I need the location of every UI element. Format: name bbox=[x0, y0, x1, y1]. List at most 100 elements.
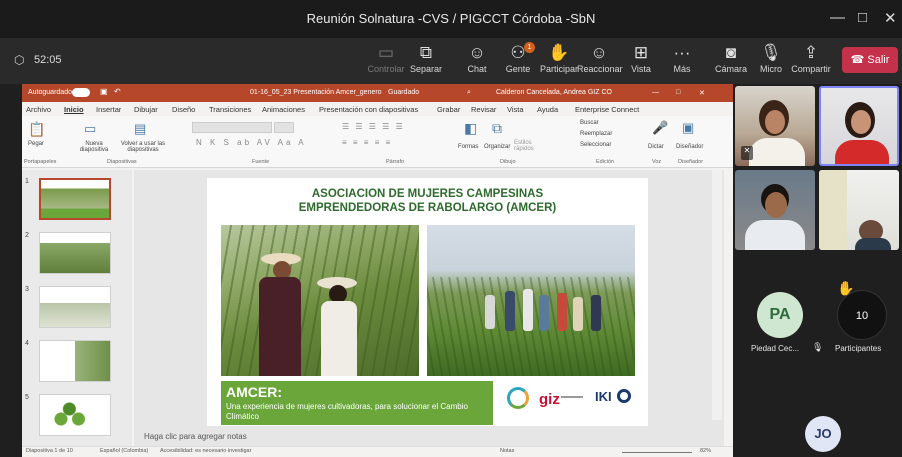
slide-number: 3 bbox=[25, 286, 29, 293]
view-button[interactable]: ⊞ Vista bbox=[619, 42, 663, 74]
autosave-label: Autoguardado bbox=[28, 89, 72, 96]
ppt-restore-button[interactable]: □ bbox=[676, 89, 680, 96]
save-icon[interactable]: ▣ bbox=[100, 87, 108, 96]
maximize-button[interactable]: □ bbox=[858, 9, 867, 26]
paragraph-buttons[interactable]: ☰ ☰ ☰ ☰ ☰ bbox=[342, 122, 405, 131]
saved-status: Guardado bbox=[388, 89, 420, 96]
reuse-slides-icon[interactable]: ▤ bbox=[134, 121, 146, 137]
ppt-close-button[interactable]: ✕ bbox=[699, 89, 705, 97]
partner-logos: giz IKI bbox=[497, 381, 637, 425]
tab-diseno[interactable]: Diseño bbox=[172, 105, 195, 114]
more-icon: ··· bbox=[673, 43, 691, 62]
leave-button[interactable]: ☎ Salir bbox=[842, 47, 898, 73]
group-diapositivas: Diapositivas bbox=[107, 159, 137, 165]
video-tile[interactable] bbox=[735, 170, 815, 250]
mic-off-icon: 🎙 bbox=[760, 43, 782, 62]
paste-button[interactable]: Pegar bbox=[28, 141, 44, 147]
paste-icon[interactable]: 📋 bbox=[28, 121, 45, 138]
slide-number: 4 bbox=[25, 340, 29, 347]
shapes-button[interactable]: Formas bbox=[458, 144, 478, 150]
shapes-icon[interactable]: ◧ bbox=[464, 120, 477, 137]
tab-revisar[interactable]: Revisar bbox=[471, 105, 496, 114]
slide-title-line1: ASOCIACION DE MUJERES CAMPESINAS bbox=[311, 188, 544, 200]
designer-icon[interactable]: ▣ bbox=[682, 120, 694, 136]
video-tile[interactable] bbox=[819, 170, 899, 250]
share-button[interactable]: ⇪ Compartir bbox=[789, 42, 833, 74]
zoom-slider[interactable] bbox=[622, 452, 692, 453]
popout-button[interactable]: ⧉ Separar bbox=[404, 42, 448, 74]
slide-thumbnail[interactable] bbox=[39, 340, 111, 382]
find-button[interactable]: Buscar bbox=[580, 120, 599, 126]
more-button[interactable]: ··· Más bbox=[660, 42, 704, 74]
tab-inicio[interactable]: Inicio bbox=[64, 105, 84, 114]
ppt-status-bar: Diapositiva 1 de 10 Español (Colombia) A… bbox=[22, 446, 733, 457]
undo-icon[interactable]: ↶ bbox=[114, 87, 121, 96]
control-button[interactable]: ▭ Controlar bbox=[364, 42, 408, 74]
video-tile-speaking[interactable] bbox=[819, 86, 899, 166]
mic-button[interactable]: 🎙 Micro bbox=[749, 42, 793, 74]
notes-pane[interactable]: Haga clic para agregar notas bbox=[134, 430, 724, 444]
slide-number: 2 bbox=[25, 232, 29, 239]
group-disenador: Diseñador bbox=[678, 159, 704, 165]
tab-dibujar[interactable]: Dibujar bbox=[134, 105, 158, 114]
current-slide[interactable]: ASOCIACION DE MUJERES CAMPESINAS EMPREND… bbox=[207, 178, 648, 426]
slide-thumbnail[interactable] bbox=[39, 394, 111, 436]
dictate-button[interactable]: Dictar bbox=[648, 144, 664, 150]
people-badge: 1 bbox=[524, 42, 535, 53]
react-icon: ☺ bbox=[590, 43, 608, 62]
dictate-icon[interactable]: 🎤 bbox=[652, 120, 668, 136]
tab-presentacion[interactable]: Presentación con diapositivas bbox=[319, 105, 418, 114]
more-participants-button[interactable]: 10 bbox=[837, 290, 887, 340]
reuse-slides-button[interactable]: Volver a usar las diapositivas bbox=[116, 141, 170, 153]
slide-edit-area: ASOCIACION DE MUJERES CAMPESINAS EMPREND… bbox=[134, 170, 724, 448]
font-format-buttons[interactable]: N K S ab AV Aa A bbox=[196, 138, 307, 147]
vertical-scrollbar[interactable] bbox=[712, 170, 722, 420]
font-size-field[interactable] bbox=[274, 122, 294, 133]
raise-hand-button[interactable]: ✋ Participar bbox=[537, 42, 581, 74]
participants-label: Participantes bbox=[835, 344, 882, 353]
iki-logo: IKI bbox=[595, 389, 612, 404]
organize-icon[interactable]: ⧉ bbox=[492, 120, 502, 137]
tab-vista[interactable]: Vista bbox=[507, 105, 524, 114]
align-buttons[interactable]: ≡ ≡ ≡ ≡ ≡ bbox=[342, 138, 392, 147]
camera-button[interactable]: ◙ Cámara bbox=[709, 42, 753, 74]
select-button[interactable]: Seleccionar bbox=[580, 142, 611, 148]
group-portapapeles: Portapapeles bbox=[24, 159, 57, 165]
tab-enterprise-connect[interactable]: Enterprise Connect bbox=[575, 105, 639, 114]
group-edicion: Edición bbox=[596, 159, 615, 165]
participant-avatar[interactable]: JO bbox=[805, 416, 841, 452]
tab-grabar[interactable]: Grabar bbox=[437, 105, 460, 114]
group-fuente: Fuente bbox=[252, 159, 270, 165]
replace-button[interactable]: Reemplazar bbox=[580, 131, 612, 137]
tab-ayuda[interactable]: Ayuda bbox=[537, 105, 558, 114]
iki-logo-mark bbox=[617, 389, 631, 403]
quick-styles-button[interactable]: Estilos rápidos bbox=[514, 140, 542, 152]
minimize-button[interactable]: — bbox=[830, 9, 845, 26]
designer-button[interactable]: Diseñador bbox=[676, 144, 703, 150]
zoom-level[interactable]: 82% bbox=[700, 448, 711, 454]
photo-women-cornfield bbox=[221, 225, 419, 376]
font-name-field[interactable] bbox=[192, 122, 272, 133]
ppt-minimize-button[interactable]: — bbox=[652, 89, 659, 96]
organize-button[interactable]: Organizar bbox=[484, 144, 510, 150]
slide-thumbnail[interactable] bbox=[39, 232, 111, 274]
accessibility-status[interactable]: Accesibilidad: es necesario investigar bbox=[160, 448, 251, 454]
tab-transiciones[interactable]: Transiciones bbox=[209, 105, 251, 114]
new-slide-icon[interactable]: ▭ bbox=[84, 121, 96, 137]
new-slide-button[interactable]: Nueva diapositiva bbox=[76, 141, 112, 153]
tab-insertar[interactable]: Insertar bbox=[96, 105, 121, 114]
slide-thumbnail[interactable] bbox=[39, 286, 111, 328]
autosave-toggle[interactable] bbox=[72, 88, 90, 97]
chat-button[interactable]: ☺ Chat bbox=[455, 42, 499, 74]
language-status[interactable]: Español (Colombia) bbox=[100, 448, 148, 454]
close-window-button[interactable]: ✕ bbox=[884, 9, 897, 27]
slide-thumbnail[interactable] bbox=[39, 178, 111, 220]
tab-animaciones[interactable]: Animaciones bbox=[262, 105, 305, 114]
notes-button[interactable]: Notas bbox=[500, 448, 514, 454]
participant-avatar[interactable]: PA bbox=[757, 292, 803, 338]
search-icon[interactable]: ⌕ bbox=[467, 89, 471, 97]
participants-panel: ✕ PA Piedad Cec... 🎙 10 ✋ Participantes … bbox=[733, 84, 902, 457]
react-button[interactable]: ☺ Reaccionar bbox=[577, 42, 623, 74]
video-tile[interactable]: ✕ bbox=[735, 86, 815, 166]
tab-archivo[interactable]: Archivo bbox=[26, 105, 51, 114]
